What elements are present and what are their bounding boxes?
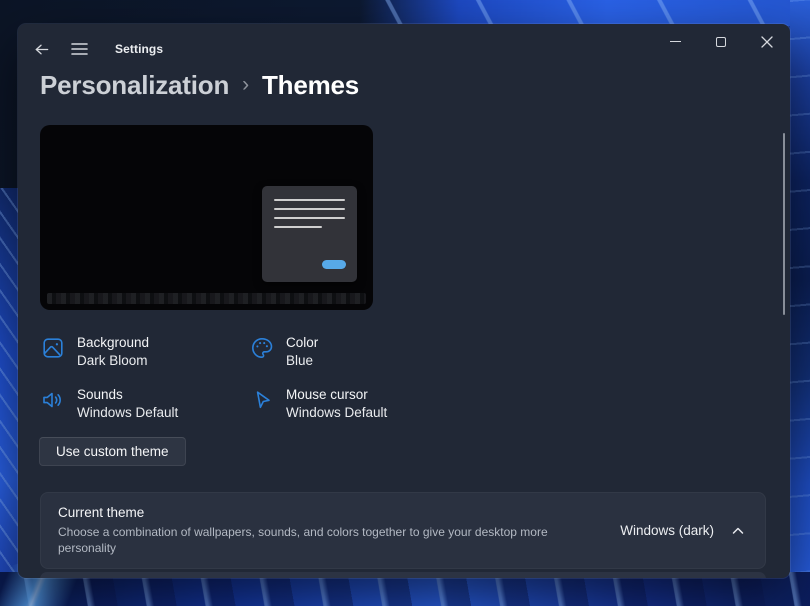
use-custom-theme-button[interactable]: Use custom theme xyxy=(39,437,186,466)
mini-accent-button xyxy=(322,260,346,269)
wallpaper-top-bloom xyxy=(360,0,810,26)
breadcrumb-personalization-link[interactable]: Personalization xyxy=(40,70,229,101)
back-arrow-icon xyxy=(33,41,50,58)
item-label: Color xyxy=(286,334,318,352)
close-icon xyxy=(761,36,773,48)
mini-text-line xyxy=(274,226,322,228)
next-section-card-sliver xyxy=(40,572,766,578)
hamburger-menu-icon xyxy=(71,42,88,56)
caption-controls xyxy=(652,24,790,59)
theme-preview-card xyxy=(40,125,373,310)
navigation-menu-button[interactable] xyxy=(65,35,93,63)
maximize-button[interactable] xyxy=(698,24,744,59)
mini-text-line xyxy=(274,208,345,210)
theme-item-text: Sounds Windows Default xyxy=(77,386,178,422)
minimize-button[interactable] xyxy=(652,24,698,59)
theme-item-background: Background Dark Bloom xyxy=(41,334,250,370)
current-theme-value-group: Windows (dark) xyxy=(620,523,744,538)
maximize-icon xyxy=(716,37,726,47)
mini-text-line xyxy=(274,217,345,219)
item-value: Windows Default xyxy=(286,404,387,422)
theme-preview-taskbar xyxy=(47,293,366,304)
item-label: Background xyxy=(77,334,149,352)
theme-item-color: Color Blue xyxy=(250,334,387,370)
current-theme-title: Current theme xyxy=(58,505,590,520)
background-image-icon xyxy=(41,336,65,360)
item-label: Mouse cursor xyxy=(286,386,387,404)
wallpaper-left-bloom xyxy=(0,188,19,606)
item-value: Blue xyxy=(286,352,318,370)
theme-item-mouse-cursor: Mouse cursor Windows Default xyxy=(250,386,387,422)
app-title: Settings xyxy=(115,24,163,74)
scrollbar-thumb[interactable] xyxy=(783,133,786,315)
mouse-cursor-icon xyxy=(250,388,274,412)
item-label: Sounds xyxy=(77,386,178,404)
mini-text-line xyxy=(274,199,345,201)
titlebar: Settings xyxy=(18,24,790,74)
item-value: Dark Bloom xyxy=(77,352,149,370)
breadcrumb-separator: › xyxy=(229,73,262,97)
close-button[interactable] xyxy=(744,24,790,59)
theme-item-text: Color Blue xyxy=(286,334,318,370)
theme-components: Background Dark Bloom Color Blue xyxy=(41,334,387,422)
current-theme-expander[interactable]: Current theme Choose a combination of wa… xyxy=(40,492,766,569)
theme-preview-mini-window xyxy=(262,186,357,282)
chevron-up-icon[interactable] xyxy=(732,526,744,535)
settings-window: Settings Personalization › Themes xyxy=(18,24,790,578)
breadcrumb-current-themes: Themes xyxy=(262,70,359,101)
breadcrumb: Personalization › Themes xyxy=(40,70,359,101)
color-palette-icon xyxy=(250,336,274,360)
sounds-speaker-icon xyxy=(41,388,65,412)
theme-item-text: Mouse cursor Windows Default xyxy=(286,386,387,422)
minimize-icon xyxy=(670,41,681,42)
wallpaper-right-bloom xyxy=(790,0,810,606)
current-theme-description: Choose a combination of wallpapers, soun… xyxy=(58,524,590,556)
item-value: Windows Default xyxy=(77,404,178,422)
theme-item-text: Background Dark Bloom xyxy=(77,334,149,370)
current-theme-text: Current theme Choose a combination of wa… xyxy=(58,505,590,556)
theme-item-sounds: Sounds Windows Default xyxy=(41,386,250,422)
back-button[interactable] xyxy=(27,35,55,63)
current-theme-value: Windows (dark) xyxy=(620,523,714,538)
